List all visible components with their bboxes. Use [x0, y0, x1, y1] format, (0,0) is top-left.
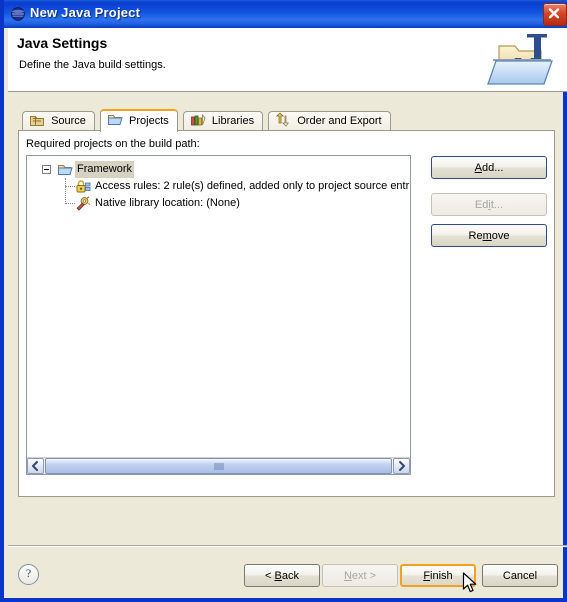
- eclipse-globe-icon: [11, 7, 25, 21]
- remove-button-mnemonic: m: [482, 229, 492, 242]
- footer-separator: [8, 545, 567, 547]
- close-icon[interactable]: [543, 3, 567, 26]
- page-title: Java Settings: [17, 35, 108, 51]
- project-folder-icon: [57, 162, 73, 177]
- tab-order-and-export[interactable]: Order and Export: [268, 111, 391, 132]
- tab-order-and-export-label: Order and Export: [297, 115, 382, 127]
- open-folder-icon: [107, 112, 123, 127]
- tab-libraries-label: Libraries: [211, 115, 255, 127]
- order-arrows-icon: [275, 112, 291, 127]
- source-package-icon: [29, 112, 45, 127]
- tab-projects[interactable]: Projects: [99, 109, 178, 132]
- scroll-right-icon[interactable]: [393, 458, 410, 474]
- remove-button-label: Re: [468, 229, 483, 242]
- add-button-mnemonic: A: [474, 161, 482, 174]
- back-button[interactable]: < Back: [244, 564, 320, 587]
- back-button-mnemonic: B: [274, 569, 282, 582]
- help-button[interactable]: ?: [18, 564, 39, 585]
- horizontal-scrollbar[interactable]: [27, 457, 410, 474]
- tree-content: Framework Access rules: 2 rule(s) define…: [27, 156, 410, 457]
- projects-tab-panel: Required projects on the build path: Fra…: [18, 130, 555, 497]
- cancel-button[interactable]: Cancel: [482, 564, 558, 587]
- add-button-label: dd...: [481, 161, 504, 174]
- tree-row[interactable]: Native library location: (None): [27, 195, 410, 212]
- tab-source-label: Source: [51, 115, 86, 127]
- tree-row[interactable]: Framework: [27, 161, 410, 178]
- scroll-left-icon[interactable]: [27, 458, 44, 474]
- add-button[interactable]: Add...: [431, 156, 547, 179]
- finish-button[interactable]: Finish: [400, 564, 476, 587]
- remove-button-label-tail: ove: [491, 229, 510, 242]
- dialog-window: New Java Project Java Settings Define th…: [0, 0, 567, 602]
- access-rules-lock-icon: [75, 179, 91, 194]
- edit-button: Edit...: [431, 193, 547, 216]
- wizard-header: Java Settings Define the Java build sett…: [8, 28, 567, 92]
- back-button-label-tail: ack: [281, 569, 299, 582]
- collapse-toggle-icon[interactable]: [42, 165, 51, 174]
- tab-projects-label: Projects: [129, 115, 169, 127]
- finish-button-label: inish: [430, 569, 453, 582]
- scrollbar-grip-icon: [214, 463, 223, 470]
- tree-node-label: Access rules: 2 rule(s) defined, added o…: [95, 180, 410, 192]
- tree-node-label: Framework: [75, 161, 135, 178]
- scrollbar-thumb[interactable]: [45, 458, 392, 474]
- page-subtitle: Define the Java build settings.: [19, 59, 166, 71]
- books-stack-icon: [190, 112, 206, 127]
- edit-button-label-tail: t...: [490, 198, 504, 211]
- java-project-folder-icon: [485, 28, 563, 90]
- remove-button[interactable]: Remove: [431, 224, 547, 247]
- window-title: New Java Project: [30, 5, 141, 20]
- tree-row[interactable]: Access rules: 2 rule(s) defined, added o…: [27, 178, 410, 195]
- tab-bar: Source Projects Libraries Order and Expo…: [22, 109, 393, 132]
- tree-node-label: Native library location: (None): [95, 197, 240, 209]
- tab-source[interactable]: Source: [22, 111, 95, 132]
- required-projects-tree[interactable]: Framework Access rules: 2 rule(s) define…: [26, 155, 411, 475]
- next-button-mnemonic: N: [343, 569, 352, 582]
- title-bar[interactable]: New Java Project: [4, 0, 567, 28]
- native-library-wrench-icon: [75, 196, 91, 211]
- edit-button-label: Ed: [474, 198, 489, 211]
- required-projects-label: Required projects on the build path:: [26, 138, 200, 150]
- next-button: Next >: [322, 564, 398, 587]
- next-button-label: ext >: [351, 569, 377, 582]
- tab-libraries[interactable]: Libraries: [182, 111, 264, 132]
- back-button-label: <: [265, 569, 275, 582]
